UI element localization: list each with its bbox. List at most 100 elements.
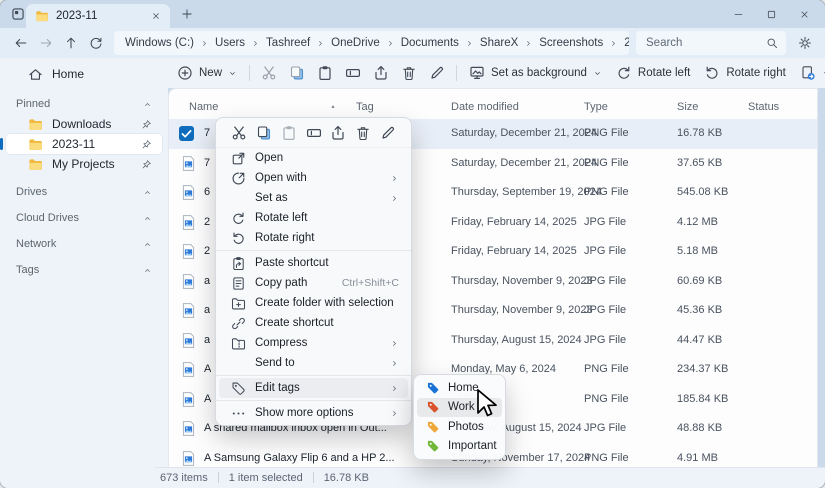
tag-icon-home — [426, 381, 440, 395]
sidebar-item-downloads[interactable]: Downloads — [6, 114, 162, 134]
quick-actions-row — [216, 118, 411, 148]
menu-item-send-to[interactable]: Send to — [219, 353, 408, 373]
menu-item-rotate-right[interactable]: Rotate right — [219, 228, 408, 248]
breadcrumb-item-onedrive[interactable]: OneDrive — [329, 37, 382, 49]
sidebar-section-tags[interactable]: Tags — [6, 260, 162, 280]
sidebar-section-cloud-drives[interactable]: Cloud Drives — [6, 208, 162, 228]
address-bar[interactable]: Windows (C:) Users Tashreef OneDrive Documen… — [114, 31, 629, 55]
rotate-left-label: Rotate left — [638, 67, 690, 79]
rotate-right-icon — [231, 231, 246, 246]
tab-title: 2023-11 — [56, 10, 144, 22]
column-header-type[interactable]: Type — [584, 96, 608, 118]
item-count: 673 items — [160, 472, 208, 484]
menu-item-create-folder-with-selection[interactable]: Create folder with selection — [219, 293, 408, 313]
sidebar-section-label: Tags — [16, 264, 39, 276]
sidebar-section-pinned[interactable]: Pinned — [6, 94, 162, 114]
breadcrumb-item-2023-11[interactable]: 2023-11 — [622, 37, 629, 49]
sidebar-item-my-projects[interactable]: My Projects — [6, 154, 162, 174]
folder-icon — [35, 9, 49, 23]
share-icon — [373, 65, 389, 81]
breadcrumb: Windows (C:) Users Tashreef OneDrive Documen… — [123, 37, 629, 49]
breadcrumb-item-tashreef[interactable]: Tashreef — [264, 37, 312, 49]
up-button[interactable] — [58, 31, 83, 55]
search-input[interactable] — [644, 36, 766, 50]
submenu-arrow-icon — [390, 194, 399, 203]
delete-button[interactable] — [395, 60, 423, 86]
breadcrumb-item-screenshots[interactable]: Screenshots — [537, 37, 605, 49]
menu-item-copy-path[interactable]: Copy pathCtrl+Shift+C — [219, 273, 408, 293]
menu-item-show-more-options[interactable]: Show more options — [219, 403, 408, 423]
sidebar-item-2023-11[interactable]: 2023-11 — [6, 134, 162, 154]
rename-icon[interactable] — [306, 125, 322, 141]
paste-button[interactable] — [311, 60, 339, 86]
menu-item-compress[interactable]: Compress — [219, 333, 408, 353]
sidebar-section-drives[interactable]: Drives — [6, 182, 162, 202]
rotate-left-button[interactable]: Rotate left — [609, 60, 697, 86]
sidebar-item-label: Downloads — [52, 117, 111, 131]
tag-option-work[interactable]: Work — [417, 398, 502, 418]
checkbox-checked[interactable] — [179, 126, 194, 141]
new-tab-button[interactable] — [181, 8, 193, 20]
forward-button[interactable] — [33, 31, 58, 55]
menu-item-create-shortcut[interactable]: Create shortcut — [219, 313, 408, 333]
window-minimize-button[interactable] — [722, 0, 755, 28]
search-box[interactable] — [636, 31, 786, 55]
column-header-size[interactable]: Size — [677, 96, 698, 118]
set-as-background-button[interactable]: Set as background — [462, 60, 609, 86]
menu-item-open-with[interactable]: Open with — [219, 168, 408, 188]
tag-option-home[interactable]: Home — [417, 378, 502, 398]
tag-icon-photos — [426, 420, 440, 434]
share-icon[interactable] — [330, 125, 346, 141]
back-button[interactable] — [8, 31, 33, 55]
menu-item-label: Show more options — [255, 407, 381, 419]
tab-close-icon[interactable] — [151, 11, 161, 21]
share-button[interactable] — [367, 60, 395, 86]
settings-button[interactable] — [793, 31, 817, 55]
compress-icon — [231, 336, 246, 351]
column-header-date-modified[interactable]: Date modified — [451, 96, 519, 118]
new-button[interactable]: New — [170, 60, 244, 86]
sidebar-item-home[interactable]: Home — [6, 62, 162, 86]
breadcrumb-item-sharex[interactable]: ShareX — [478, 37, 520, 49]
menu-item-open[interactable]: Open — [219, 148, 408, 168]
edit-icon[interactable] — [380, 125, 396, 141]
column-header-status[interactable]: Status — [748, 96, 779, 118]
edit-button[interactable] — [423, 60, 451, 86]
image-file-icon — [180, 184, 197, 201]
tag-option-photos[interactable]: Photos — [417, 417, 502, 437]
cut-button[interactable] — [255, 60, 283, 86]
breadcrumb-item-users[interactable]: Users — [213, 37, 247, 49]
menu-item-edit-tags[interactable]: Edit tags — [219, 378, 408, 398]
tag-icon — [231, 381, 246, 396]
menu-item-set-as[interactable]: Set as — [219, 188, 408, 208]
column-header-tag[interactable]: Tag — [356, 96, 374, 118]
window-close-button[interactable] — [788, 0, 821, 28]
tag-option-important[interactable]: Important — [417, 437, 502, 457]
delete-icon[interactable] — [355, 125, 371, 141]
sidebar-item-label: 2023-11 — [52, 137, 95, 151]
breadcrumb-item-windows-c[interactable]: Windows (C:) — [123, 37, 196, 49]
toolbar-divider — [456, 65, 457, 81]
window-maximize-button[interactable] — [755, 0, 788, 28]
sidebar-section-network[interactable]: Network — [6, 234, 162, 254]
menu-item-label: Create shortcut — [255, 317, 399, 329]
open-with-icon — [231, 171, 246, 186]
explorer-tab[interactable]: 2023-11 — [26, 4, 170, 28]
refresh-button[interactable] — [83, 31, 108, 55]
copy-icon[interactable] — [256, 125, 272, 141]
rename-button[interactable] — [339, 60, 367, 86]
file-type: JPG File — [584, 326, 626, 356]
column-header-name[interactable]: Name — [189, 96, 218, 118]
menu-item-rotate-left[interactable]: Rotate left — [219, 208, 408, 228]
rotate-left-icon — [231, 211, 246, 226]
paste-icon[interactable] — [281, 125, 297, 141]
copy-icon — [289, 65, 305, 81]
breadcrumb-item-documents[interactable]: Documents — [399, 37, 461, 49]
cut-icon[interactable] — [231, 125, 247, 141]
minimize-icon — [733, 9, 744, 20]
sync-status-button[interactable] — [793, 60, 825, 86]
rename-icon — [345, 65, 361, 81]
copy-button[interactable] — [283, 60, 311, 86]
rotate-right-button[interactable]: Rotate right — [697, 60, 792, 86]
menu-item-paste-shortcut[interactable]: Paste shortcut — [219, 253, 408, 273]
